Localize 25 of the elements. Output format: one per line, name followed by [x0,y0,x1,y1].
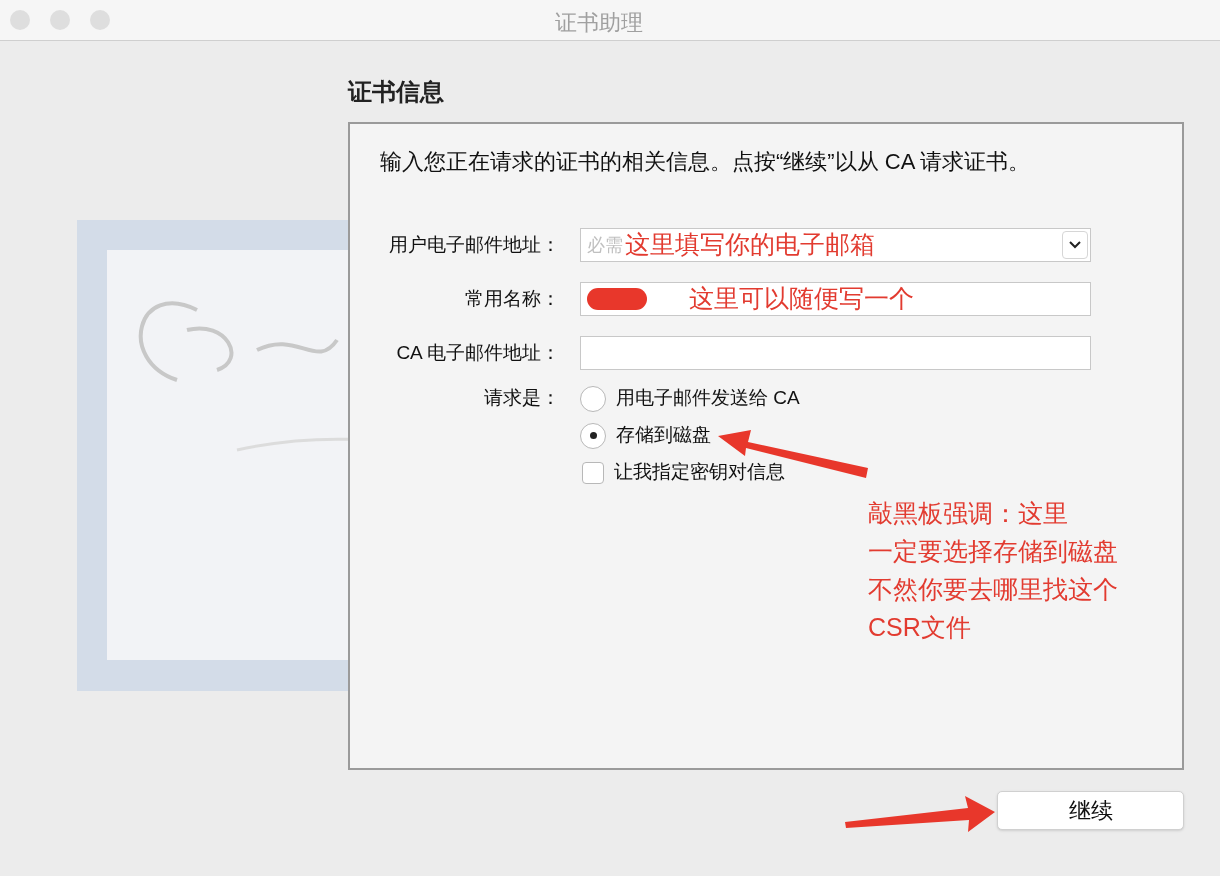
field-label: CA 电子邮件地址： [395,340,561,365]
window-title: 证书助理 [555,9,643,37]
radio-button[interactable] [580,422,606,449]
zoom-window-icon[interactable] [90,10,110,30]
annotation-note: 这里填写你的电子邮箱 [625,229,875,261]
email-combo-field[interactable]: 必需这里填写你的电子邮箱 [580,228,1091,262]
intro-text: 输入您正在请求的证书的相关信息。点按“继续”以从 CA 请求证书。 [380,148,1032,176]
field-label: 常用名称： [464,286,561,311]
option-label[interactable]: 让我指定密钥对信息 [614,458,785,487]
checkbox[interactable] [582,461,604,484]
minimize-window-icon[interactable] [50,10,70,30]
field-label: 用户电子邮件地址： [388,232,561,257]
annotation-note: 这里可以随便写一个 [689,283,914,315]
field-label: 请求是： [483,386,561,411]
continue-button[interactable]: 继续 [997,791,1184,830]
text-field[interactable]: 这里可以随便写一个 [580,282,1091,316]
close-window-icon[interactable] [10,10,30,30]
annotation-text: 敲黑板强调：这里 一定要选择存储到磁盘 不然你要去哪里找这个 CSR文件 [868,498,1118,643]
section-title: 证书信息 [348,77,445,107]
dropdown-chevron-icon[interactable] [1062,231,1088,259]
option-label[interactable]: 存储到磁盘 [616,421,711,450]
placeholder-text: 必需 [587,233,623,257]
radio-button[interactable] [580,385,606,412]
text-field[interactable] [580,336,1091,370]
option-label[interactable]: 用电子邮件发送给 CA [616,384,800,413]
